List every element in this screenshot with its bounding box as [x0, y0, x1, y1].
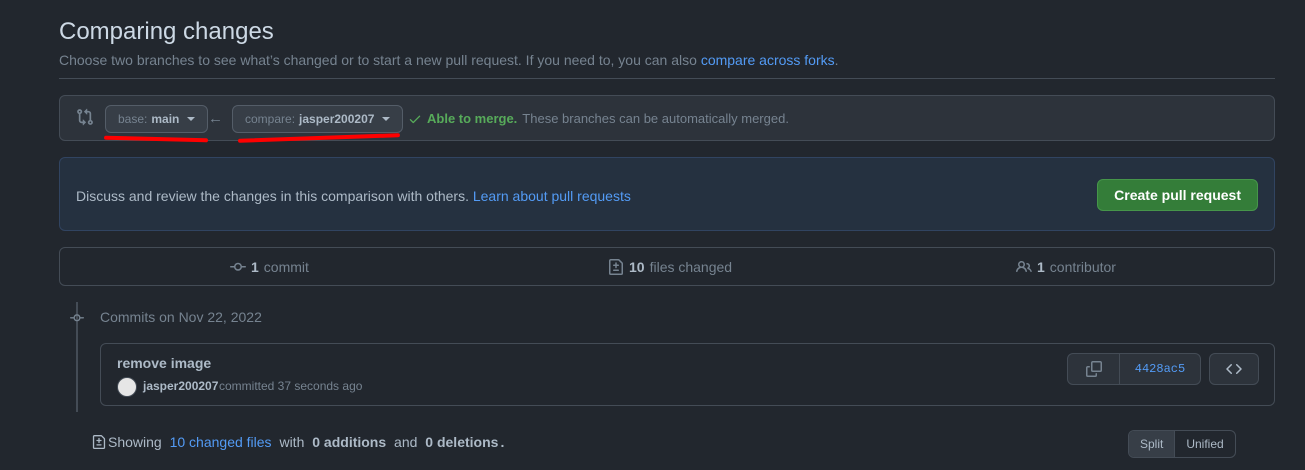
unified-view-button[interactable]: Unified — [1175, 431, 1234, 457]
copy-sha-button[interactable] — [1068, 354, 1120, 384]
banner-message: Discuss and review the changes in this c… — [76, 188, 469, 204]
git-commit-icon — [230, 262, 246, 271]
subtitle-text: Choose two branches to see what’s change… — [59, 52, 697, 68]
contributors-tab[interactable]: 1 contributor — [1016, 259, 1116, 275]
base-label: base: — [118, 112, 148, 126]
base-branch-name: main — [151, 112, 180, 126]
merge-status-desc: These branches can be automatically merg… — [522, 111, 789, 126]
git-compare-icon — [77, 108, 93, 126]
commit-sha-group: 4428ac5 — [1067, 353, 1201, 385]
files-count: 10 — [629, 259, 645, 275]
contributors-count: 1 — [1037, 259, 1045, 275]
avatar[interactable] — [117, 377, 137, 397]
base-branch-select[interactable]: base: main — [105, 105, 209, 133]
copy-icon — [1085, 361, 1102, 377]
commits-tab[interactable]: 1 commit — [230, 259, 309, 275]
compare-label: compare: — [245, 112, 296, 126]
deletions-count: 0 deletions — [425, 434, 499, 450]
files-label: files changed — [649, 259, 733, 275]
file-diff-icon — [92, 435, 106, 449]
compare-branch-select[interactable]: compare: jasper200207 — [232, 105, 404, 133]
diff-view-toggle: Split Unified — [1128, 430, 1236, 458]
browse-repository-button[interactable] — [1209, 353, 1259, 385]
caret-down-icon — [187, 117, 196, 121]
learn-about-pull-requests-link[interactable]: Learn about pull requests — [473, 188, 631, 204]
contributors-label: contributor — [1049, 259, 1116, 275]
page-subtitle: Choose two branches to see what’s change… — [59, 52, 839, 68]
changed-files-link[interactable]: 10 changed files — [170, 434, 272, 450]
comparison-summary: 1 commit 10 files changed 1 contributor — [59, 247, 1275, 286]
commit-meta: committed 37 seconds ago — [219, 379, 363, 393]
git-commit-icon — [70, 314, 84, 322]
commit-author-link[interactable]: jasper200207 — [143, 379, 218, 393]
commit-message-link[interactable]: remove image — [117, 355, 211, 371]
file-diff-icon — [609, 259, 623, 275]
divider — [59, 78, 1275, 79]
commits-count: 1 — [251, 259, 259, 275]
period: . — [500, 434, 505, 450]
and-label: and — [394, 434, 418, 450]
page-title: Comparing changes — [59, 18, 274, 45]
create-pr-banner: Discuss and review the changes in this c… — [59, 157, 1275, 231]
split-view-button[interactable]: Split — [1129, 431, 1176, 457]
with-label: with — [279, 434, 305, 450]
range-editor: base: main ← compare: jasper200207 Able … — [59, 95, 1275, 141]
diff-stats: Showing 10 changed files with 0 addition… — [92, 434, 504, 450]
caret-down-icon — [382, 117, 391, 121]
merge-status-label: Able to merge. — [427, 111, 518, 126]
arrow-left-icon: ← — [208, 110, 223, 127]
additions-count: 0 additions — [312, 434, 387, 450]
code-icon — [1226, 363, 1242, 375]
merge-status: Able to merge. These branches can be aut… — [408, 111, 789, 126]
commit-sha-link[interactable]: 4428ac5 — [1120, 354, 1200, 384]
commit-list-item: remove image jasper200207 committed 37 s… — [100, 343, 1275, 406]
check-icon — [409, 115, 421, 123]
showing-label: Showing — [108, 434, 162, 450]
compare-across-forks-link[interactable]: compare across forks — [701, 52, 835, 68]
banner-text: Discuss and review the changes in this c… — [76, 188, 631, 204]
commits-label: commit — [263, 259, 309, 275]
people-icon — [1016, 260, 1032, 273]
files-changed-tab[interactable]: 10 files changed — [608, 259, 732, 275]
compare-branch-name: jasper200207 — [299, 112, 375, 126]
create-pull-request-button[interactable]: Create pull request — [1097, 179, 1258, 211]
commits-date-heading: Commits on Nov 22, 2022 — [100, 309, 262, 325]
subtitle-end: . — [834, 52, 839, 68]
